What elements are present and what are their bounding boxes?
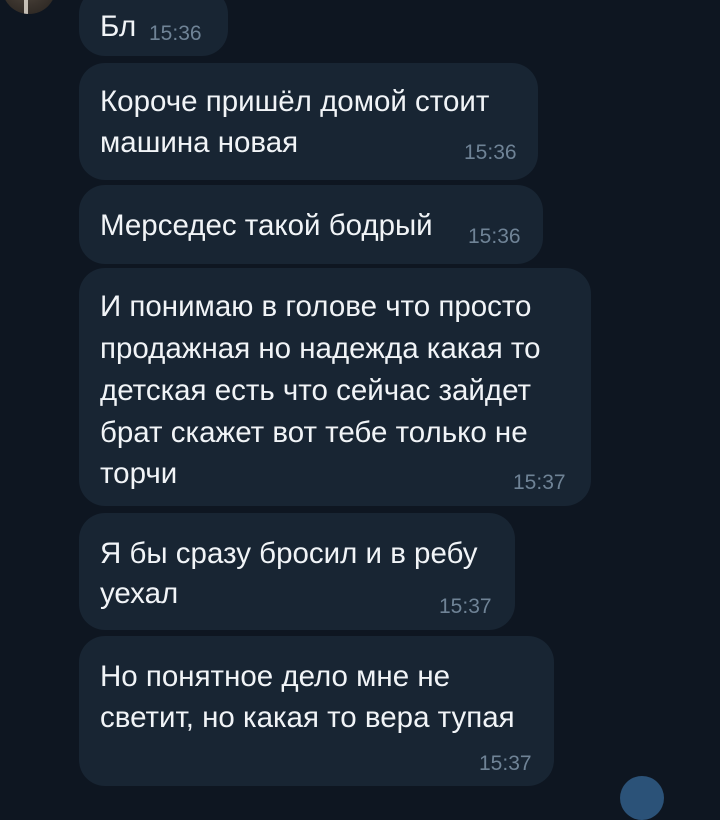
message-bubble[interactable]: Короче пришёл домой стоит машина новая 1…	[79, 63, 538, 180]
message-text: уехал	[100, 577, 179, 610]
message-time: 15:37	[439, 595, 492, 618]
message-time: 15:37	[479, 752, 532, 775]
message-text: Короче пришёл домой стоит	[100, 85, 490, 118]
message-time: 15:36	[464, 141, 517, 164]
message-text: детская есть что сейчас зайдет	[100, 374, 532, 407]
sender-avatar[interactable]	[2, 0, 56, 14]
message-bubble[interactable]: Бл 15:36	[79, 0, 228, 56]
message-bubble[interactable]: И понимаю в голове что просто продажная …	[79, 268, 591, 506]
message-text: И понимаю в голове что просто	[100, 290, 532, 323]
chat-area[interactable]: Бл 15:36 Короче пришёл домой стоит машин…	[0, 0, 720, 820]
message-time: 15:36	[468, 225, 521, 248]
message-text: Но понятное дело мне не	[100, 660, 451, 693]
message-text: продажная но надежда какая то	[100, 332, 541, 365]
message-text: светит, но какая то вера тупая	[100, 701, 515, 734]
scroll-down-button[interactable]	[620, 776, 664, 820]
message-text: машина новая	[100, 126, 299, 159]
message-text: Бл	[100, 10, 137, 43]
message-time: 15:37	[513, 471, 566, 494]
message-text: Я бы сразу бросил и в ребу	[100, 537, 478, 570]
message-text: торчи	[100, 457, 178, 490]
message-bubble[interactable]: Мерседес такой бодрый 15:36	[79, 185, 543, 264]
message-time: 15:36	[149, 22, 202, 45]
message-text: брат скажет вот тебе только не	[100, 416, 528, 449]
message-bubble[interactable]: Но понятное дело мне не светит, но какая…	[79, 636, 554, 786]
message-text: Мерседес такой бодрый	[100, 209, 433, 242]
message-bubble[interactable]: Я бы сразу бросил и в ребу уехал 15:37	[79, 513, 515, 630]
